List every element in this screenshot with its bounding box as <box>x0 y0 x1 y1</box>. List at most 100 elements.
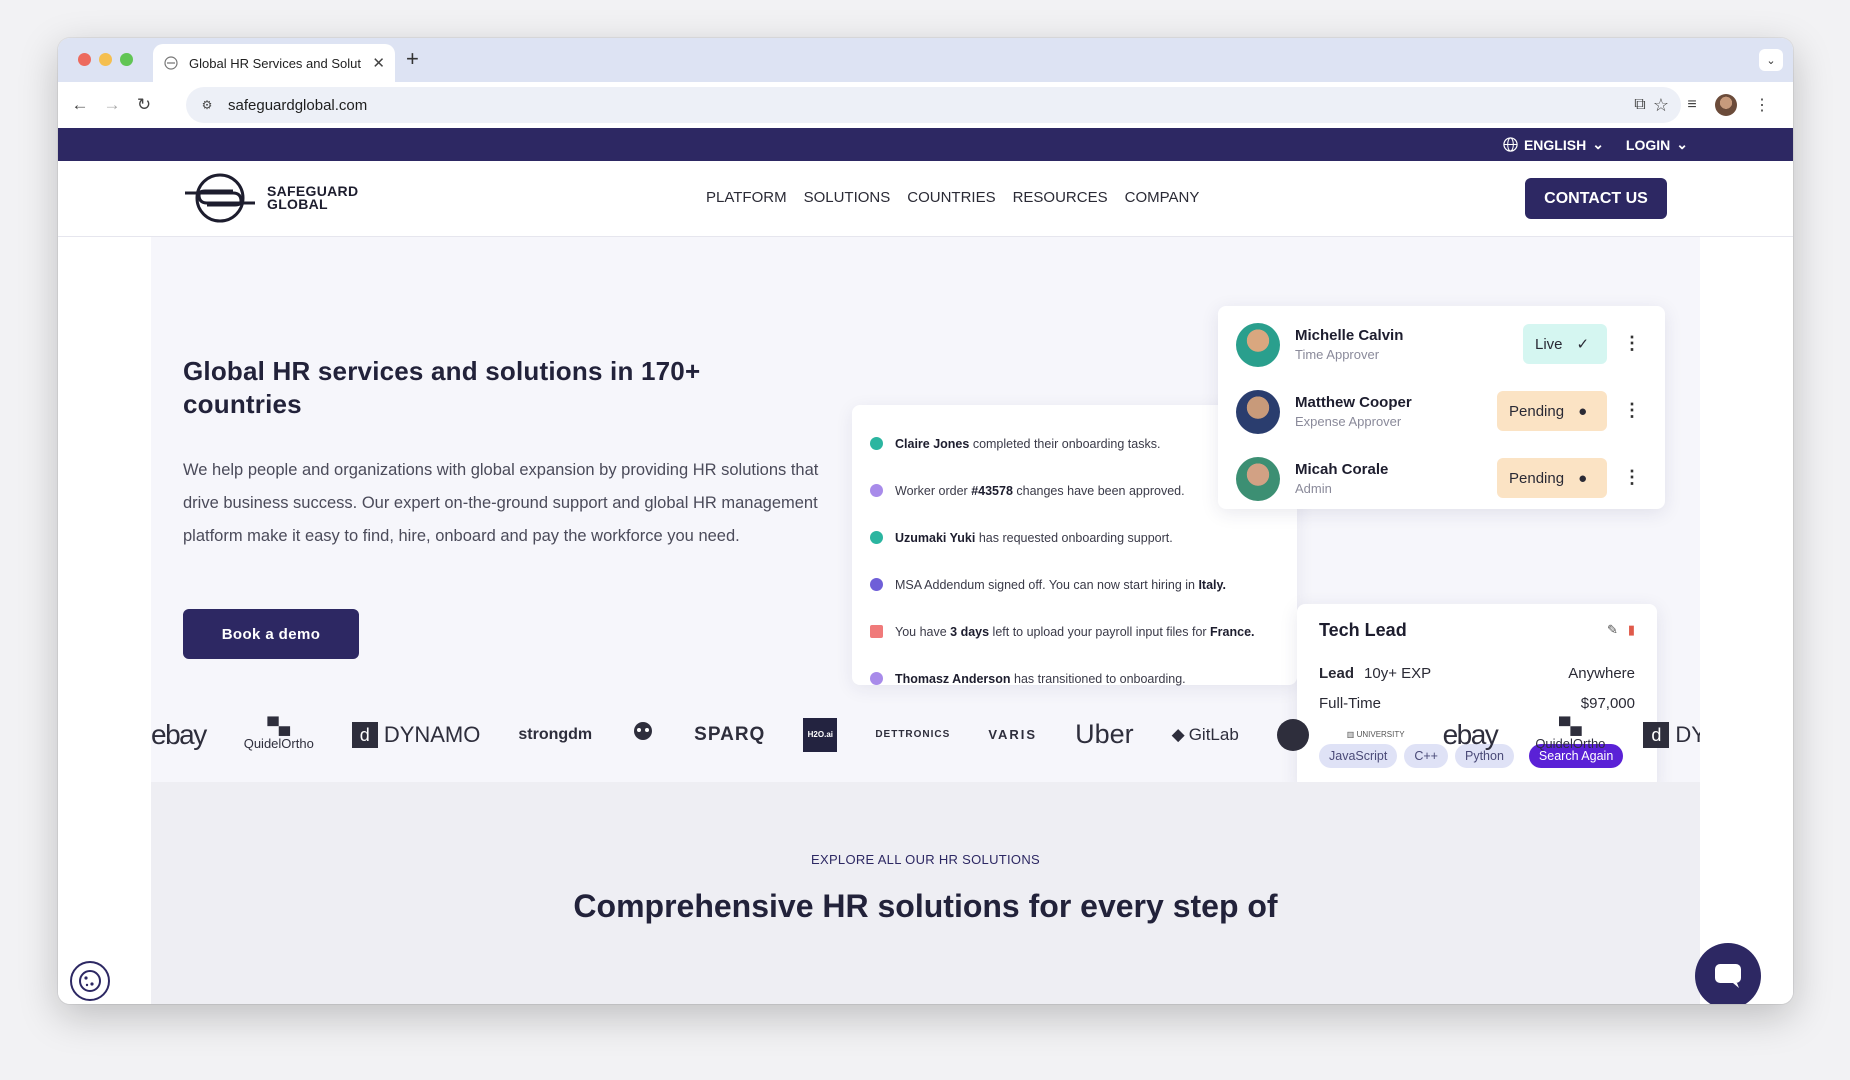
chevron-down-icon: ⌄ <box>1676 136 1688 152</box>
status-badge[interactable]: Pending ● <box>1497 458 1607 498</box>
language-label: ENGLISH <box>1523 136 1587 153</box>
more-options-icon[interactable]: ⋮ <box>1623 467 1641 488</box>
user-icon <box>870 531 883 544</box>
new-tab-button[interactable]: + <box>406 48 419 70</box>
approver-row: Matthew Cooper Expense Approver Pending ●… <box>1236 378 1647 445</box>
minimize-window-button[interactable] <box>99 53 112 66</box>
nav-company[interactable]: COMPANY <box>1125 189 1200 206</box>
contact-us-button[interactable]: CONTACT US <box>1525 178 1667 219</box>
users-icon <box>870 672 883 685</box>
quidelortho-logo: ▀▄ QuidelOrtho <box>1535 718 1606 751</box>
client-logos-strip: ebay ▀▄ QuidelOrtho d DYNAMO strongdm SPAR… <box>151 687 1700 782</box>
address-bar[interactable]: ⚙ safeguardglobal.com ☆ <box>186 87 1681 123</box>
forward-icon[interactable]: → <box>100 93 124 117</box>
wikimedia-logo <box>1276 718 1309 751</box>
close-window-button[interactable] <box>78 53 91 66</box>
site-header: SAFEGUARD GLOBAL PLATFORM SOLUTIONS COUN… <box>58 161 1793 237</box>
location-pin-icon <box>870 578 883 591</box>
logo-mark-icon <box>185 173 255 223</box>
media-control-icon[interactable]: ≡ <box>1679 92 1705 118</box>
globe-icon <box>1503 137 1518 152</box>
url-text: safeguardglobal.com <box>228 96 368 114</box>
approver-row: Micah Corale Admin Pending ● ⋮ <box>1236 445 1647 512</box>
edit-icon[interactable]: ✎ <box>1607 622 1618 638</box>
avatar <box>1236 456 1280 501</box>
site-settings-icon[interactable]: ⚙ <box>198 96 216 114</box>
users-icon <box>870 484 883 497</box>
browser-window: Global HR Services and Solut ✕ + ⌄ ← → ↻… <box>58 38 1793 1004</box>
approvers-card: Michelle Calvin Time Approver Live ✓ ⋮ Ma… <box>1218 306 1665 509</box>
approver-name: Michelle Calvin <box>1295 327 1404 344</box>
ebay-logo: ebay <box>151 718 207 750</box>
login-menu[interactable]: LOGIN ⌄ <box>1626 136 1688 153</box>
approver-role: Time Approver <box>1295 347 1380 362</box>
activity-item: MSA Addendum signed off. You can now sta… <box>870 561 1279 608</box>
browser-toolbar: ← → ↻ ⚙ safeguardglobal.com ☆ ⧉ ≡ ⋮ <box>58 82 1793 128</box>
status-badge[interactable]: Pending ● <box>1497 391 1607 431</box>
job-level: Lead <box>1319 665 1355 682</box>
activity-item: You have 3 days left to upload your payr… <box>870 608 1279 655</box>
hero-title: Global HR services and solutions in 170+… <box>183 356 701 419</box>
quidelortho-logo: ▀▄ QuidelOrtho <box>243 718 314 751</box>
clock-icon: ● <box>1578 402 1588 420</box>
browser-tab[interactable]: Global HR Services and Solut ✕ <box>153 44 395 82</box>
status-badge[interactable]: Live ✓ <box>1523 324 1607 364</box>
job-experience: 10y+ EXP <box>1364 665 1432 682</box>
uber-logo: Uber <box>1075 719 1134 749</box>
university-logo: ▥ UNIVERSITY <box>1346 730 1405 739</box>
job-location: Anywhere <box>1568 665 1635 682</box>
user-icon <box>870 437 883 450</box>
avatar <box>1236 389 1280 434</box>
strongdm-logo: strongdm <box>518 725 593 743</box>
job-row: Lead 10y+ EXP Anywhere <box>1319 665 1635 682</box>
nav-countries[interactable]: COUNTRIES <box>907 189 995 206</box>
clock-icon: ● <box>1578 469 1588 487</box>
tab-strip: Global HR Services and Solut ✕ + ⌄ <box>58 38 1793 82</box>
chevron-down-icon: ⌄ <box>1592 136 1604 152</box>
solutions-section: EXPLORE ALL OUR HR SOLUTIONS Comprehensi… <box>151 782 1700 1004</box>
varis-logo: VARIS <box>988 727 1038 742</box>
more-options-icon[interactable]: ⋮ <box>1623 400 1641 421</box>
wwf-logo <box>630 720 656 750</box>
favicon-icon <box>163 55 179 71</box>
maximize-window-button[interactable] <box>120 53 133 66</box>
safeguard-logo[interactable]: SAFEGUARD GLOBAL <box>183 172 358 224</box>
dynamo-logo: d DYNAMO <box>351 721 480 748</box>
tab-title: Global HR Services and Solut <box>189 55 361 71</box>
approver-role: Admin <box>1295 481 1332 496</box>
sparq-logo: SPARQ <box>694 723 766 745</box>
nav-resources[interactable]: RESOURCES <box>1013 189 1108 206</box>
approver-name: Micah Corale <box>1295 461 1389 478</box>
activity-item: Uzumaki Yuki has requested onboarding su… <box>870 514 1279 561</box>
main-nav: PLATFORM SOLUTIONS COUNTRIES RESOURCES C… <box>706 189 1199 206</box>
gitlab-logo: ◆ GitLab <box>1171 724 1239 744</box>
language-selector[interactable]: ENGLISH ⌄ <box>1503 136 1604 153</box>
browser-menu-icon[interactable]: ⋮ <box>1749 92 1775 118</box>
tab-search-icon[interactable]: ⌄ <box>1759 49 1783 71</box>
web-page: ENGLISH ⌄ LOGIN ⌄ SAFEGUARD GLOBAL PLATF… <box>58 128 1793 1004</box>
chat-icon[interactable] <box>1695 943 1761 1004</box>
nav-solutions[interactable]: SOLUTIONS <box>804 189 891 206</box>
document-icon <box>870 625 883 638</box>
logo-line2: GLOBAL <box>267 196 328 212</box>
solutions-title: Comprehensive HR solutions for every ste… <box>573 888 1278 924</box>
approver-name: Matthew Cooper <box>1295 394 1412 411</box>
tab-close-icon[interactable]: ✕ <box>372 54 385 72</box>
book-demo-button[interactable]: Book a demo <box>183 609 359 659</box>
reload-icon[interactable]: ↻ <box>132 93 156 117</box>
trash-icon[interactable]: ▮ <box>1628 622 1635 638</box>
back-icon[interactable]: ← <box>68 93 92 117</box>
avatar <box>1236 322 1280 367</box>
cookie-settings-icon[interactable] <box>70 961 110 1001</box>
approver-role: Expense Approver <box>1295 414 1402 429</box>
h2o-logo: H2O.ai <box>803 717 838 752</box>
ebay-logo: ebay <box>1442 718 1499 750</box>
utility-bar: ENGLISH ⌄ LOGIN ⌄ <box>58 128 1793 161</box>
nav-platform[interactable]: PLATFORM <box>706 189 787 206</box>
profile-avatar[interactable] <box>1713 92 1739 118</box>
more-options-icon[interactable]: ⋮ <box>1623 333 1641 354</box>
extensions-icon[interactable]: ⧉ <box>1627 92 1653 118</box>
dynamo-logo: d DY <box>1643 721 1700 748</box>
login-label: LOGIN <box>1625 136 1671 153</box>
bookmark-star-icon[interactable]: ☆ <box>1653 95 1669 116</box>
